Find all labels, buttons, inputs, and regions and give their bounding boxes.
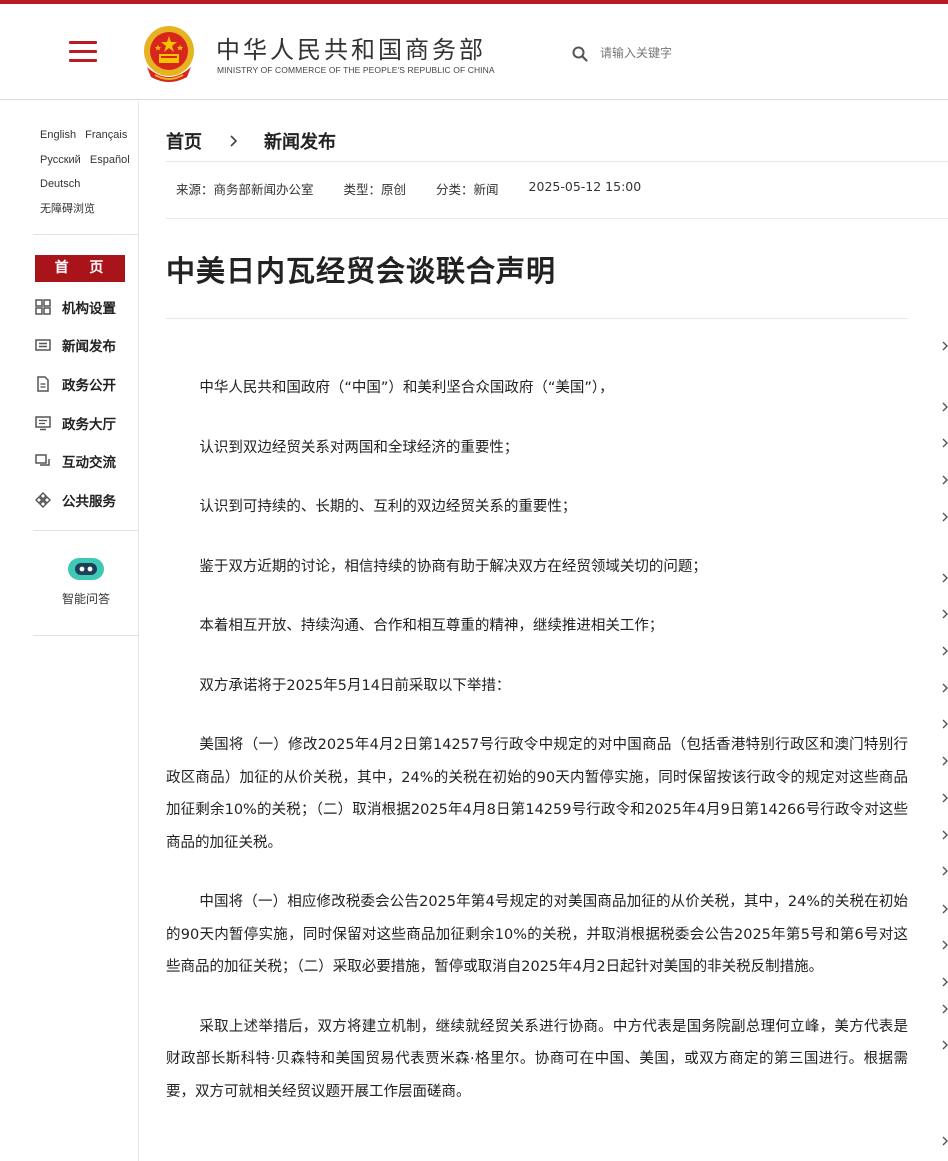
sidebar-item-service-hall[interactable]: 政务大厅 <box>35 411 116 435</box>
search-input[interactable] <box>600 40 800 66</box>
language-link[interactable]: Français <box>85 129 127 141</box>
article-paragraph: 中华人民共和国政府（“中国”）和美利坚合众国政府（“美国”）， <box>199 380 614 396</box>
article-paragraph: 鉴于双方近期的讨论，相信持续的协商有助于解决双方在经贸领域关切的问题； <box>199 558 707 575</box>
monitor-icon <box>35 416 51 431</box>
chevron-right-icon[interactable] <box>942 756 948 766</box>
article-paragraph: 认识到双边经贸关系对两国和全球经济的重要性； <box>199 439 519 456</box>
language-list: English Français Русский Español Deutsch… <box>40 123 136 221</box>
breadcrumb: 首页 新闻发布 <box>166 128 336 154</box>
sidebar-item-organization[interactable]: 机构设置 <box>35 295 116 319</box>
language-link[interactable]: Русский <box>40 154 81 166</box>
meta-category: 分类：新闻 <box>436 182 499 197</box>
sidebar-item-label: 公共服务 <box>62 494 116 510</box>
article-paragraph: 美国将（一）修改2025年4月2日第14257号行政令中规定的对中国商品（包括香… <box>166 737 908 851</box>
chevron-right-icon[interactable] <box>942 573 948 583</box>
chevron-right-icon[interactable] <box>942 719 948 729</box>
chevron-right-icon[interactable] <box>942 1040 948 1050</box>
chevron-right-icon[interactable] <box>942 940 948 950</box>
sidebar-item-news[interactable]: 新闻发布 <box>35 333 116 357</box>
chevron-right-icon[interactable] <box>942 646 948 656</box>
chevron-right-icon[interactable] <box>942 609 948 619</box>
assistant-label: 智能问答 <box>61 592 110 606</box>
language-row: Deutsch <box>40 172 136 197</box>
smart-assistant[interactable]: 智能问答 <box>33 554 139 607</box>
accessibility-link[interactable]: 无障碍浏览 <box>40 203 95 215</box>
article-paragraph: 本着相互开放、持续沟通、合作和相互尊重的精神，继续推进相关工作； <box>199 618 664 634</box>
chevron-right-icon <box>230 135 238 147</box>
chevron-right-icon[interactable] <box>942 341 948 351</box>
service-icon <box>35 492 51 508</box>
sidebar-item-label: 新闻发布 <box>62 339 116 355</box>
title-divider <box>166 318 908 319</box>
article-meta: 来源：商务部新闻办公室 类型：原创 分类：新闻 2025-05-12 15:00 <box>176 179 671 198</box>
menu-icon[interactable] <box>69 41 97 63</box>
language-row: 无障碍浏览 <box>40 197 136 222</box>
chevron-right-icon[interactable] <box>942 1004 948 1014</box>
national-emblem-icon[interactable] <box>141 25 197 83</box>
org-grid-icon <box>35 299 51 315</box>
sidebar-item-label: 政务大厅 <box>62 417 116 433</box>
sidebar-divider <box>33 234 139 235</box>
chevron-right-icon[interactable] <box>942 512 948 522</box>
article-paragraph: 双方承诺将于2025年5月14日前采取以下举措： <box>199 677 511 694</box>
language-row: Русский Español <box>40 148 136 173</box>
left-sidebar: English Français Русский Español Deutsch… <box>0 101 139 1161</box>
article-paragraph: 认识到可持续的、长期的、互利的双边经贸关系的重要性； <box>199 499 577 515</box>
chevron-right-icon[interactable] <box>942 830 948 840</box>
language-link[interactable]: English <box>40 129 76 141</box>
chevron-right-icon[interactable] <box>942 866 948 876</box>
language-link[interactable]: Español <box>90 154 130 166</box>
chat-icon <box>35 454 50 466</box>
chevron-right-icon[interactable] <box>942 977 948 987</box>
site-subtitle: MINISTRY OF COMMERCE OF THE PEOPLE'S REP… <box>217 65 495 75</box>
chevron-right-icon[interactable] <box>942 475 948 485</box>
meta-datetime: 2025-05-12 15:00 <box>528 179 642 194</box>
chevron-right-icon[interactable] <box>942 438 948 448</box>
chatbot-icon <box>68 558 104 580</box>
chevron-right-icon[interactable] <box>942 402 948 412</box>
document-icon <box>37 376 49 392</box>
chevron-right-icon[interactable] <box>942 793 948 803</box>
sidebar-divider <box>33 530 139 531</box>
chevron-right-icon[interactable] <box>942 904 948 914</box>
site-header: 中华人民共和国商务部 MINISTRY OF COMMERCE OF THE P… <box>0 4 948 100</box>
article-title: 中美日内瓦经贸会谈联合声明 <box>166 254 557 288</box>
sidebar-item-label: 政务公开 <box>62 378 116 394</box>
language-link[interactable]: Deutsch <box>40 178 80 190</box>
news-icon <box>35 339 51 351</box>
home-button[interactable]: 首 页 <box>35 255 125 282</box>
breadcrumb-home[interactable]: 首页 <box>166 128 202 154</box>
article-paragraph: 采取上述举措后，双方将建立机制，继续就经贸关系进行协商。中方代表是国务院副总理何… <box>166 1018 908 1100</box>
search-icon[interactable] <box>572 46 588 62</box>
sidebar-item-label: 机构设置 <box>62 301 116 317</box>
meta-type: 类型：原创 <box>343 182 407 197</box>
chevron-right-icon[interactable] <box>942 683 948 693</box>
meta-divider <box>166 218 948 219</box>
sidebar-item-label: 互动交流 <box>62 455 116 471</box>
sidebar-item-public-service[interactable]: 公共服务 <box>35 488 116 512</box>
chevron-right-icon[interactable] <box>942 1136 948 1146</box>
meta-source: 来源：商务部新闻办公室 <box>176 182 314 197</box>
article-body: 中华人民共和国政府（“中国”）和美利坚合众国政府（“美国”）， 认识到双边经贸关… <box>166 372 908 1135</box>
language-row: English Français <box>40 123 136 148</box>
sidebar-item-government-affairs[interactable]: 政务公开 <box>35 372 116 396</box>
breadcrumb-divider <box>166 161 948 162</box>
sidebar-divider <box>33 635 139 636</box>
breadcrumb-current[interactable]: 新闻发布 <box>264 128 336 154</box>
sidebar-item-interaction[interactable]: 互动交流 <box>35 449 116 473</box>
site-title[interactable]: 中华人民共和国商务部 <box>216 30 486 65</box>
article-paragraph: 中国将（一）相应修改税委会公告2025年第4号规定的对美国商品加征的从价关税，其… <box>166 894 908 975</box>
